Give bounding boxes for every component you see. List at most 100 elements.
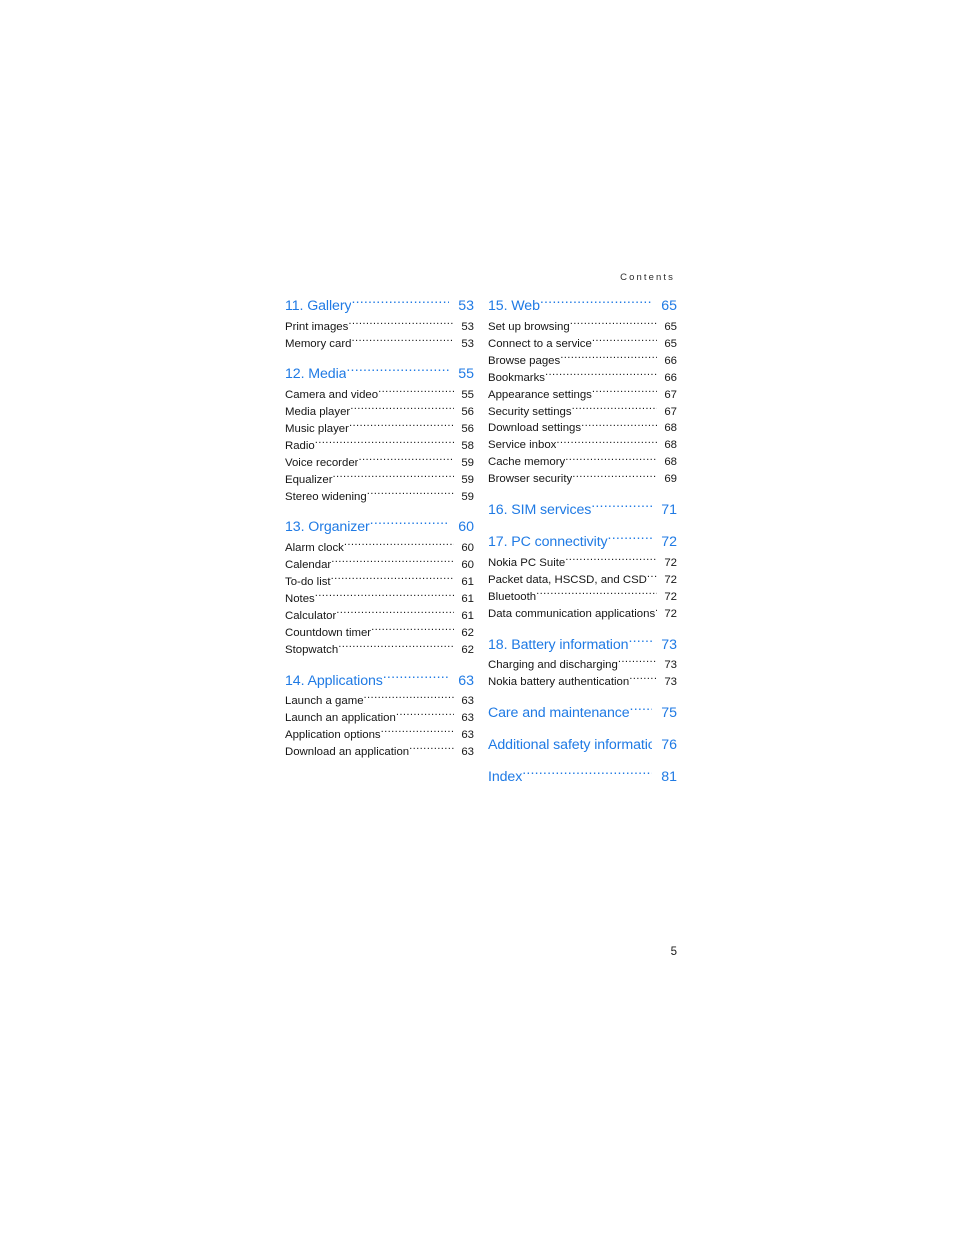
dot-leader	[315, 437, 454, 448]
toc-entry-page: 72	[664, 590, 677, 603]
toc-entry-label: Music player	[285, 422, 349, 435]
toc-entry-label: Connect to a service	[488, 337, 592, 350]
toc-chapter-label: 16. SIM services	[488, 502, 592, 519]
toc-entry-browser-security[interactable]: Browser security 69	[488, 471, 677, 488]
toc-entry-packet-data-hscsd-and-csd[interactable]: Packet data, HSCSD, and CSD 72	[488, 571, 677, 588]
toc-chapter-care-and-maintenance[interactable]: Care and maintenance 75	[488, 703, 677, 724]
toc-left-column: 11. Gallery 53 Print images 53 Memory card 53…	[285, 296, 474, 799]
dot-leader	[592, 386, 657, 397]
dot-leader	[556, 437, 657, 448]
toc-entry-label: Download an application	[285, 745, 410, 758]
toc-chapter-12-media[interactable]: 12. Media 55	[285, 364, 474, 385]
toc-entry-label: Set up browsing	[488, 320, 570, 333]
toc-entry-countdown-timer[interactable]: Countdown timer 62	[285, 624, 474, 641]
toc-entry-page: 63	[461, 745, 474, 758]
toc-entry-page: 61	[461, 575, 474, 588]
toc-chapter-17-pc-connectivity[interactable]: 17. PC connectivity 72	[488, 532, 677, 553]
toc-entry-equalizer[interactable]: Equalizer 59	[285, 471, 474, 488]
toc-chapter-page: 65	[661, 298, 677, 315]
toc-entry-page: 72	[664, 556, 677, 569]
toc-entry-label: Application options	[285, 728, 381, 741]
toc-entry-page: 62	[461, 626, 474, 639]
toc-entry-application-options[interactable]: Application options 63	[285, 726, 474, 743]
toc-chapter-11-gallery[interactable]: 11. Gallery 53	[285, 296, 474, 317]
toc-entry-page: 67	[664, 405, 677, 418]
toc-entry-notes[interactable]: Notes 61	[285, 590, 474, 607]
dot-leader	[545, 369, 657, 380]
toc-chapter-13-organizer[interactable]: 13. Organizer 60	[285, 517, 474, 538]
toc-entry-calculator[interactable]: Calculator 61	[285, 607, 474, 624]
toc-entry-cache-memory[interactable]: Cache memory 68	[488, 454, 677, 471]
toc-entry-label: Stopwatch	[285, 643, 339, 656]
toc-chapter-index[interactable]: Index 81	[488, 767, 677, 788]
dot-leader	[364, 693, 454, 704]
toc-chapter-16-sim-services[interactable]: 16. SIM services 71	[488, 500, 677, 521]
toc-entry-print-images[interactable]: Print images 53	[285, 318, 474, 335]
toc-group-additional-safety-information: Additional safety information 76	[488, 735, 677, 756]
toc-entry-launch-an-application[interactable]: Launch an application 63	[285, 709, 474, 726]
toc-chapter-additional-safety-information[interactable]: Additional safety information 76	[488, 735, 677, 756]
toc-entry-label: Download settings	[488, 422, 582, 435]
toc-right-column: 15. Web65Set up browsing65Connect to a s…	[488, 296, 677, 799]
toc-entry-charging-and-discharging[interactable]: Charging and discharging 73	[488, 657, 677, 674]
toc-entry-radio[interactable]: Radio 58	[285, 437, 474, 454]
toc-chapter-page: 75	[661, 704, 677, 721]
toc-entry-data-communication-applications[interactable]: Data communication applications 72	[488, 605, 677, 622]
toc-entry-stereo-widening[interactable]: Stereo widening 59	[285, 488, 474, 505]
dot-leader	[351, 296, 449, 310]
toc-chapter-label: Care and maintenance	[488, 704, 630, 721]
toc-entry-page: 73	[664, 675, 677, 688]
toc-entry-label: Memory card	[285, 337, 352, 350]
dot-leader	[536, 588, 657, 599]
toc-entry-appearance-settings[interactable]: Appearance settings 67	[488, 386, 677, 403]
dot-leader	[581, 420, 657, 431]
toc-entry-bluetooth[interactable]: Bluetooth 72	[488, 588, 677, 605]
document-page: Contents 11. Gallery53Print images53Memo…	[0, 0, 954, 1235]
toc-entry-label: Data communication applications	[488, 607, 655, 620]
toc-entry-nokia-battery-authentication[interactable]: Nokia battery authentication 73	[488, 674, 677, 691]
toc-entry-download-an-application[interactable]: Download an application 63	[285, 743, 474, 760]
toc-entry-media-player[interactable]: Media player 56	[285, 403, 474, 420]
toc-chapter-page: 63	[458, 672, 474, 689]
toc-entry-page: 66	[664, 354, 677, 367]
dot-leader	[367, 488, 454, 499]
toc-entry-bookmarks[interactable]: Bookmarks 66	[488, 369, 677, 386]
toc-group-14-applications: 14. Applications63 Launch a game63Launch …	[285, 670, 474, 760]
toc-entry-music-player[interactable]: Music player 56	[285, 420, 474, 437]
toc-chapter-page: 72	[661, 534, 677, 551]
toc-chapter-15-web[interactable]: 15. Web 65	[488, 296, 677, 317]
toc-entry-page: 63	[461, 728, 474, 741]
toc-entry-connect-to-a-service[interactable]: Connect to a service 65	[488, 335, 677, 352]
toc-entry-browse-pages[interactable]: Browse pages 66	[488, 352, 677, 369]
toc-chapter-page: 60	[458, 519, 474, 536]
toc-chapter-label: Index	[488, 768, 523, 785]
dot-leader	[565, 554, 657, 565]
toc-entry-calendar[interactable]: Calendar 60	[285, 556, 474, 573]
toc-entry-alarm-clock[interactable]: Alarm clock 60	[285, 539, 474, 556]
toc-entry-voice-recorder[interactable]: Voice recorder 59	[285, 454, 474, 471]
toc-entry-nokia-pc-suite[interactable]: Nokia PC Suite 72	[488, 554, 677, 571]
toc-entry-page: 62	[461, 643, 474, 656]
toc-chapter-label: 11. Gallery	[285, 298, 352, 315]
toc-entry-security-settings[interactable]: Security settings 67	[488, 403, 677, 420]
dot-leader	[560, 352, 657, 363]
toc-chapter-14-applications[interactable]: 14. Applications 63	[285, 670, 474, 691]
toc-chapter-page: 81	[661, 768, 677, 785]
toc-group-17-pc-connectivity: 17. PC connectivity72Nokia PC Suite72Pac…	[488, 532, 677, 622]
toc-entry-label: Appearance settings	[488, 388, 592, 401]
toc-entry-download-settings[interactable]: Download settings 68	[488, 420, 677, 437]
dot-leader	[655, 605, 657, 616]
toc-entry-memory-card[interactable]: Memory card 53	[285, 335, 474, 352]
toc-entry-stopwatch[interactable]: Stopwatch 62	[285, 641, 474, 658]
dot-leader	[522, 767, 652, 781]
toc-chapter-18-battery-information[interactable]: 18. Battery information 73	[488, 634, 677, 655]
toc-entry-launch-a-game[interactable]: Launch a game 63	[285, 693, 474, 710]
toc-entry-page: 65	[664, 337, 677, 350]
dot-leader	[351, 335, 454, 346]
toc-chapter-label: 18. Battery information	[488, 636, 629, 653]
toc-entry-set-up-browsing[interactable]: Set up browsing 65	[488, 318, 677, 335]
toc-entry-to-do-list[interactable]: To-do list 61	[285, 573, 474, 590]
toc-entry-service-inbox[interactable]: Service inbox 68	[488, 437, 677, 454]
dot-leader	[371, 624, 454, 635]
toc-entry-camera-and-video[interactable]: Camera and video 55	[285, 386, 474, 403]
